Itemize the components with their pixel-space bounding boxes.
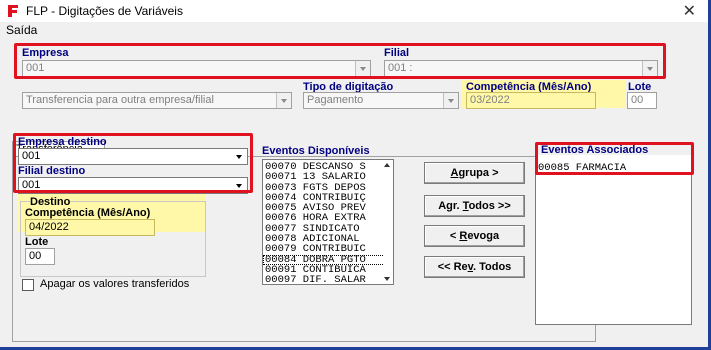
apagar-checkbox[interactable]	[22, 279, 34, 291]
lote-input[interactable]: 00	[627, 92, 657, 109]
menu-item-saida[interactable]: Saída	[6, 23, 37, 37]
revoga-button-pre: <	[449, 230, 460, 242]
tipo-digitacao-select[interactable]: Pagamento	[303, 92, 459, 109]
tipo-digitacao-value: Pagamento	[307, 94, 364, 106]
scroll-up-icon[interactable]	[384, 163, 390, 167]
agrupa-button-post: grupa >	[458, 167, 499, 179]
eventos-associados-list[interactable]: 00085 FARMACIA	[535, 155, 692, 325]
revoga-todos-button[interactable]: << Rev. Todos	[424, 256, 525, 278]
agrupa-todos-button[interactable]: Agr. Todos >>	[424, 195, 525, 217]
apagar-label: Apagar os valores transferidos	[40, 278, 190, 290]
revoga-button[interactable]: < Revoga	[424, 225, 525, 247]
competencia-input[interactable]: 03/2022	[466, 92, 596, 109]
chevron-down-icon[interactable]	[276, 93, 291, 108]
title-bar: FLP - Digitações de Variáveis ✕	[0, 0, 708, 22]
revoga-todos-button-post: . Todos	[472, 261, 512, 273]
chevron-down-icon[interactable]	[443, 93, 458, 108]
destino-lote-input[interactable]: 00	[25, 248, 55, 265]
highlight-box-eventos-associados	[535, 142, 694, 175]
destino-competencia-label: Competência (Mês/Ano)	[25, 207, 151, 219]
agrupa-button[interactable]: Agrupa >	[424, 162, 525, 184]
app-logo-icon	[8, 5, 18, 17]
revoga-button-post: evoga	[467, 230, 500, 242]
list-item[interactable]: 00097 DIF. SALAR	[263, 275, 393, 284]
agrupa-todos-button-post: odos >>	[468, 200, 511, 212]
destino-lote-label: Lote	[25, 236, 49, 248]
highlight-box-destino	[13, 133, 253, 193]
window-title: FLP - Digitações de Variáveis	[26, 4, 183, 18]
highlight-box-empresa-filial	[14, 43, 666, 79]
close-icon[interactable]: ✕	[683, 1, 696, 20]
eventos-disponiveis-scrollbar[interactable]	[383, 160, 393, 284]
menu-bar: Saída	[0, 22, 708, 38]
eventos-disponiveis-list[interactable]: 00070 DESCANSO S 00071 13 SALARIO 00073 FG…	[262, 159, 394, 285]
operacao-value: Transferencia para outra empresa/filial	[26, 94, 214, 106]
destino-competencia-input[interactable]: 04/2022	[25, 219, 155, 236]
main-window: FLP - Digitações de Variáveis ✕ Saída Em…	[0, 0, 711, 350]
revoga-todos-button-pre: << Re	[437, 261, 468, 273]
scroll-down-icon[interactable]	[384, 277, 390, 281]
agrupa-todos-button-pre: Agr.	[438, 200, 463, 212]
operacao-select[interactable]: Transferencia para outra empresa/filial	[22, 92, 292, 109]
eventos-disponiveis-label: Eventos Disponíveis	[262, 145, 370, 157]
